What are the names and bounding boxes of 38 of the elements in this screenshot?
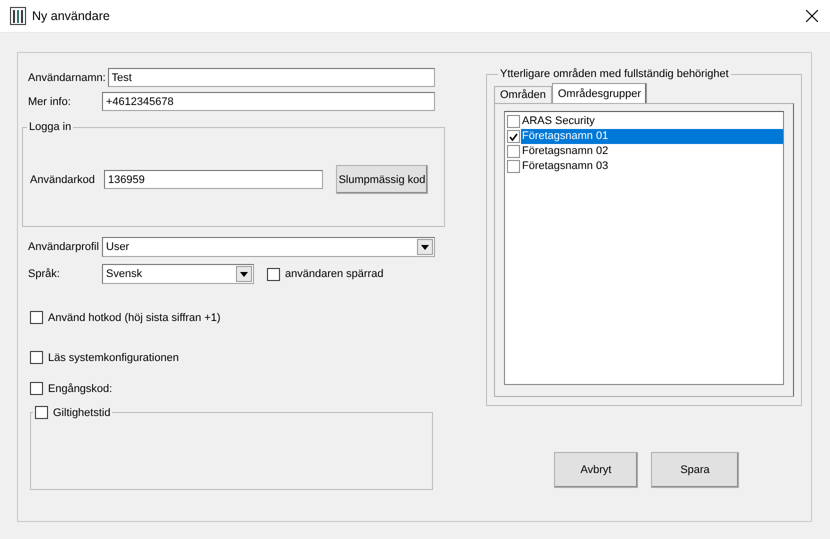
close-icon[interactable] (806, 10, 818, 22)
checkbox-label: Giltighetstid (53, 406, 110, 418)
checkbox[interactable] (507, 115, 520, 128)
random-code-button[interactable]: Slumpmässig kod (336, 165, 428, 194)
language-dropdown[interactable]: Svensk (102, 264, 254, 284)
list-item[interactable]: ARAS Security (521, 114, 783, 129)
field-label: Mer info: (27, 96, 72, 108)
group-title: Ytterligare områden med fullständig behörighet (499, 68, 730, 80)
app-icon (10, 7, 26, 25)
checkbox-label: Använd hotkod (höj sista siffran +1) (48, 312, 221, 324)
window-title: Ny användare (32, 9, 111, 23)
field-label: Användarkod (29, 174, 96, 186)
field-label: Användarprofil (27, 241, 100, 253)
checkbox[interactable] (30, 382, 43, 395)
tab[interactable]: Områdesgrupper (552, 83, 648, 103)
tab[interactable]: Områden (494, 86, 552, 103)
checkbox[interactable] (30, 311, 43, 324)
checkbox[interactable] (267, 268, 280, 280)
group-title: Logga in (28, 121, 72, 133)
checkbox[interactable] (30, 351, 43, 364)
save-button[interactable]: Spara (651, 452, 739, 488)
checkbox[interactable] (507, 145, 520, 158)
field-label: Användarnamn: (27, 72, 107, 84)
list-item[interactable]: Företagsnamn 01 (521, 129, 783, 144)
checkbox-label: användaren spärrad (285, 268, 384, 280)
field-label: Språk: (27, 268, 61, 280)
checkbox-label: Engångskod: (48, 382, 112, 394)
profile-dropdown[interactable]: User (102, 237, 435, 257)
cancel-button[interactable]: Avbryt (554, 452, 638, 488)
checkbox[interactable] (35, 406, 48, 419)
input-field[interactable]: 136959 (104, 170, 323, 189)
checkbox[interactable] (507, 130, 520, 143)
input-field[interactable]: Test (108, 68, 435, 87)
list-item[interactable]: Företagsnamn 02 (521, 144, 783, 159)
input-field[interactable]: +4612345678 (102, 92, 435, 111)
list-item[interactable]: Företagsnamn 03 (521, 159, 783, 174)
checkbox[interactable] (507, 160, 520, 173)
checkbox-label: Läs systemkonfigurationen (48, 352, 179, 364)
